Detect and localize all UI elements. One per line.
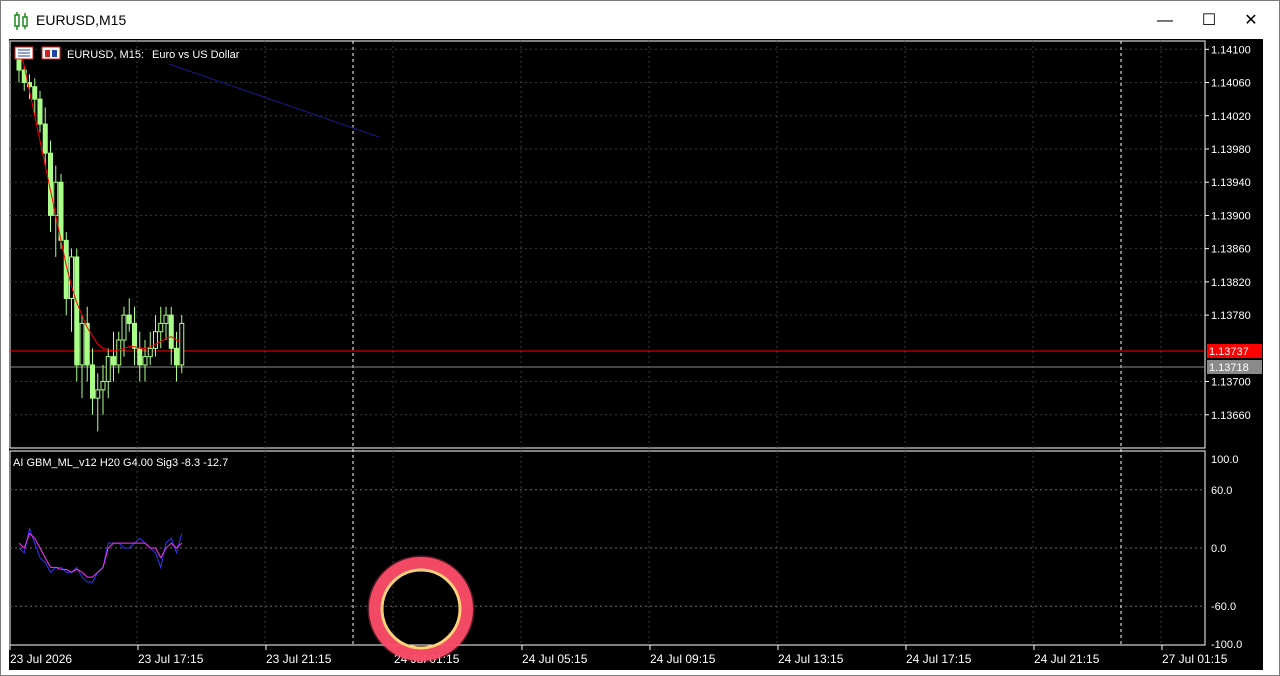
candle-body <box>121 314 127 341</box>
indicator-axis-label: -100.0 <box>1211 639 1242 651</box>
price-label: 1.13860 <box>1211 244 1251 256</box>
candle-body <box>132 322 137 349</box>
price-label: 1.14020 <box>1211 111 1251 123</box>
grid <box>10 41 1205 645</box>
symbol-description: Euro vs US Dollar <box>152 49 240 61</box>
candle-body <box>42 123 48 154</box>
candle <box>90 348 95 415</box>
candle <box>48 140 53 233</box>
terminal-window: EURUSD,M15 — ☐ ✕ EURUSD, M15: Euro vs US… <box>0 0 1280 676</box>
time-label: 24 Jul 09:15 <box>650 652 716 666</box>
time-axis: 23 Jul 2026 23 Jul 17:15 23 Jul 21:15 24 Ju… <box>9 645 1228 666</box>
candle-body <box>158 322 164 333</box>
indicator-axis-label: -60.0 <box>1211 601 1236 613</box>
time-label: 23 Jul 21:15 <box>266 652 332 666</box>
chart-canvas[interactable]: EURUSD, M15: Euro vs US Dollar AI GBM_ML… <box>9 39 1263 670</box>
close-button[interactable]: ✕ <box>1229 7 1273 35</box>
candle <box>153 315 158 357</box>
candle <box>63 232 69 316</box>
candle-body <box>32 86 38 100</box>
indicator-line-2 <box>18 532 183 578</box>
candle <box>163 306 169 341</box>
maximize-button[interactable]: ☐ <box>1187 7 1231 35</box>
price-label: 1.13940 <box>1211 177 1251 189</box>
price-label: 1.13900 <box>1211 210 1251 222</box>
candle-body <box>142 356 148 366</box>
ma-fast-line <box>18 49 182 352</box>
candle <box>111 331 116 382</box>
chart-area[interactable]: EURUSD, M15: Euro vs US Dollar AI GBM_ML… <box>9 39 1263 670</box>
candle <box>74 248 80 382</box>
candle-body <box>163 314 169 324</box>
candle-body <box>79 322 85 366</box>
indicator-axis-label: 0.0 <box>1211 543 1226 555</box>
indicator-axis: 100.0 60.0 0.0 -60.0 -100.0 <box>1211 454 1242 651</box>
candle-body <box>105 356 111 383</box>
candle-body <box>100 381 106 391</box>
trade-panel-icon[interactable] <box>41 46 61 60</box>
price-label: 1.13660 <box>1211 410 1251 422</box>
candle <box>21 65 27 91</box>
candle-body <box>147 347 153 358</box>
candle-body <box>116 339 122 366</box>
time-label: 24 Jul 21:15 <box>1034 652 1100 666</box>
candle-body <box>126 314 132 324</box>
price-label: 1.14060 <box>1211 78 1251 90</box>
candle-body <box>90 364 95 399</box>
chart-list-icon[interactable] <box>14 46 34 60</box>
price-label: 1.13820 <box>1211 277 1251 289</box>
candle <box>126 298 132 332</box>
candles <box>16 49 185 432</box>
ma-slow-line <box>168 63 380 138</box>
time-label: 24 Jul 17:15 <box>906 652 972 666</box>
time-label: 24 Jul 05:15 <box>522 652 588 666</box>
candle-body <box>74 256 80 366</box>
candle-body <box>37 98 43 125</box>
symbol-label: EURUSD, M15: <box>67 49 144 61</box>
candle <box>100 364 106 415</box>
candle-body <box>179 322 185 366</box>
candle <box>53 165 59 257</box>
candle <box>84 306 90 382</box>
indicator-label: AI GBM_ML_v12 H20 G4.00 Sig3 -8.3 -12.7 <box>13 457 228 469</box>
time-label: 27 Jul 01:15 <box>1162 652 1228 666</box>
period-separators <box>352 41 1122 645</box>
candle-body <box>174 347 179 366</box>
candle <box>137 331 143 382</box>
candle <box>179 315 185 374</box>
candle <box>58 173 64 249</box>
candle <box>142 340 148 382</box>
candlestick-app-icon <box>14 12 28 30</box>
candle-body <box>168 314 174 349</box>
candle <box>168 306 174 365</box>
candle <box>79 315 85 399</box>
indicator-axis-label: 60.0 <box>1211 485 1232 497</box>
price-label: 1.13780 <box>1211 310 1251 322</box>
candle-body <box>111 356 116 366</box>
candle <box>105 348 111 399</box>
time-label: 23 Jul 17:15 <box>138 652 204 666</box>
candle-body <box>69 256 74 299</box>
minimize-button[interactable]: — <box>1143 7 1187 35</box>
time-label: 23 Jul 2026 <box>10 652 72 666</box>
candle-body <box>153 331 158 349</box>
title-bar[interactable]: EURUSD,M15 — ☐ ✕ <box>1 1 1279 41</box>
indicator-axis-label: 100.0 <box>1211 454 1239 466</box>
price-label: 1.14100 <box>1211 44 1251 56</box>
ask-price-tag: 1.13718 <box>1209 362 1249 374</box>
candle-body <box>95 389 101 399</box>
candle-body <box>137 347 143 366</box>
candle <box>37 90 43 133</box>
candle <box>147 331 153 365</box>
bid-price-tag: 1.13737 <box>1209 346 1249 358</box>
price-label: 1.13980 <box>1211 144 1251 156</box>
time-label: 24 Jul 13:15 <box>778 652 844 666</box>
price-pane-border <box>9 40 1206 449</box>
price-label: 1.13700 <box>1211 377 1251 389</box>
window-title: EURUSD,M15 <box>36 12 127 28</box>
